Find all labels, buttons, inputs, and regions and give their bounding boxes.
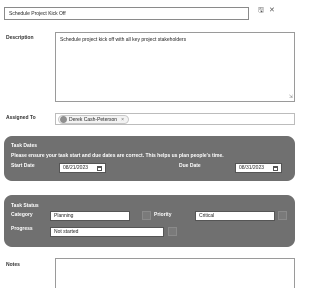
resize-grip-icon[interactable]: ⇲ xyxy=(289,95,293,100)
start-date-value: 08/21/2023 xyxy=(63,165,89,171)
save-icon[interactable]: 🖫 xyxy=(258,6,264,15)
notes-label: Notes xyxy=(6,262,20,268)
task-status-title: Task Status xyxy=(11,203,39,209)
start-date-input[interactable]: 08/21/2023 xyxy=(59,163,106,173)
progress-value: Not started xyxy=(54,229,79,235)
due-date-input[interactable]: 08/31/2023 xyxy=(235,163,282,173)
remove-person-icon[interactable]: × xyxy=(121,117,124,123)
task-dates-title: Task Dates xyxy=(11,143,38,149)
category-value: Planning xyxy=(54,213,74,219)
description-textarea[interactable]: Schedule project kick off with all key p… xyxy=(55,32,295,102)
description-text: Schedule project kick off with all key p… xyxy=(60,37,187,43)
due-date-value: 08/31/2023 xyxy=(239,165,265,171)
priority-value: Critical xyxy=(199,213,215,219)
avatar xyxy=(60,116,67,123)
task-status-panel: Task Status Category Planning Priority C… xyxy=(4,195,295,247)
start-date-label: Start Date xyxy=(11,163,35,169)
description-label: Description xyxy=(6,35,34,41)
due-date-label: Due Date xyxy=(179,163,201,169)
person-chip[interactable]: Derek Cash-Peterson × xyxy=(58,115,129,124)
priority-dropdown-button[interactable] xyxy=(278,211,287,220)
close-icon[interactable]: ✕ xyxy=(269,6,275,15)
assigned-to-field[interactable]: Derek Cash-Peterson × xyxy=(55,113,295,125)
calendar-icon[interactable] xyxy=(97,165,102,171)
category-dropdown-button[interactable] xyxy=(142,211,151,220)
person-name: Derek Cash-Peterson xyxy=(69,116,118,123)
category-label: Category xyxy=(11,212,33,218)
notes-textarea[interactable] xyxy=(55,258,295,288)
category-select[interactable]: Planning xyxy=(50,211,130,221)
progress-dropdown-button[interactable] xyxy=(168,227,177,236)
progress-label: Progress xyxy=(11,226,33,232)
assigned-to-label: Assigned To xyxy=(6,115,36,121)
task-dates-message: Please ensure your task start and due da… xyxy=(11,153,224,159)
priority-select[interactable]: Critical xyxy=(195,211,275,221)
task-dates-panel: Task Dates Please ensure your task start… xyxy=(4,136,295,181)
progress-select[interactable]: Not started xyxy=(50,227,164,237)
task-title-input[interactable] xyxy=(4,7,249,20)
calendar-icon[interactable] xyxy=(273,165,278,171)
priority-label: Priority xyxy=(154,212,172,218)
